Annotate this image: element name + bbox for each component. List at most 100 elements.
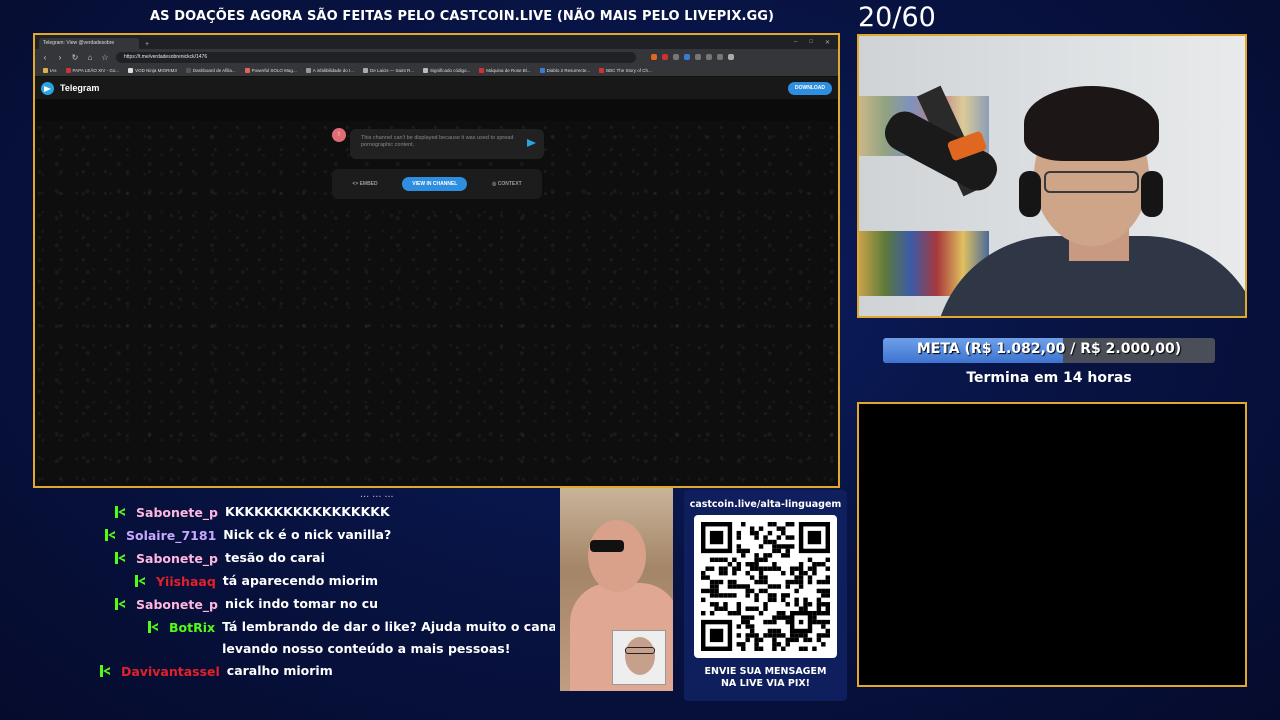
- qr-module: [803, 646, 808, 651]
- chat-text-line: caralho miorim: [226, 663, 333, 678]
- qr-module: [821, 642, 826, 647]
- chat-text-line: levando nosso conteúdo a mais pessoas!: [222, 641, 511, 656]
- bookmark-item[interactable]: Dashboard de Afilia...: [185, 68, 236, 73]
- qr-module: [772, 646, 777, 651]
- minimize-icon[interactable]: –: [794, 39, 797, 46]
- qr-module: [794, 633, 799, 638]
- qr-module: [754, 637, 759, 643]
- chat-text: tesão do carai: [225, 547, 325, 569]
- qr-module: [776, 566, 782, 571]
- back-icon[interactable]: ‹: [41, 53, 49, 62]
- download-button[interactable]: DOWNLOAD: [788, 82, 832, 95]
- bookmark-item[interactable]: A infalibilidade do I...: [305, 68, 354, 73]
- chat-message: Yiishaaq tá aparecendo miorim: [135, 573, 378, 592]
- menu-icon[interactable]: [728, 54, 734, 60]
- extension-icon[interactable]: [695, 54, 701, 60]
- qr-module: [732, 593, 737, 598]
- chat-username[interactable]: Sabonete_p: [136, 551, 218, 566]
- held-photo: [612, 630, 666, 685]
- bookmark-item[interactable]: BBC The Story of Ch...: [599, 68, 652, 73]
- qr-module: [781, 526, 786, 531]
- kick-badge-icon: [115, 598, 125, 610]
- forward-icon[interactable]: ›: [56, 53, 64, 62]
- chat-text-line: tá aparecendo miorim: [222, 573, 379, 588]
- bookmark-item[interactable]: De Laicis — Saint R...: [362, 68, 414, 73]
- qr-module: [745, 606, 750, 611]
- bookmark-item[interactable]: PAPA LEÃO XIV - Go...: [65, 68, 119, 73]
- bookmark-item[interactable]: VOD Ninja MIORIM3: [128, 68, 177, 73]
- qr-module: [816, 602, 822, 607]
- qr-module: [727, 562, 733, 567]
- tab-telegram[interactable]: Telegram: View @verdadesobre: [39, 38, 139, 49]
- reload-icon[interactable]: ↻: [71, 53, 79, 62]
- qr-module: [776, 526, 782, 531]
- qr-module: [767, 566, 773, 571]
- qr-module: [718, 570, 724, 576]
- qr-module: [736, 624, 742, 629]
- chat-username[interactable]: BotRix: [169, 620, 215, 635]
- home-icon[interactable]: ⌂: [86, 53, 94, 62]
- close-icon[interactable]: ✕: [825, 39, 830, 46]
- bookmark-item[interactable]: Máquina de Rose Bl...: [479, 68, 531, 73]
- bookmark-item[interactable]: Diablo 2 Resurrecte...: [539, 68, 590, 73]
- new-tab-icon[interactable]: +: [145, 41, 149, 49]
- chat-username[interactable]: Yiishaaq: [156, 574, 216, 589]
- extension-icon[interactable]: [662, 54, 668, 60]
- qr-module: [763, 553, 768, 558]
- bookmark-item[interactable]: Significado código...: [423, 68, 470, 73]
- qr-module: [714, 602, 719, 607]
- qr-module: [772, 615, 777, 620]
- donation-goal-bar: META (R$ 1.082,00 / R$ 2.000,00): [883, 338, 1215, 363]
- qr-module: [727, 593, 733, 598]
- qr-module: [736, 530, 742, 536]
- qr-module: [821, 610, 826, 616]
- bookmark-star-icon[interactable]: ☆: [101, 53, 109, 62]
- qr-module: [798, 566, 804, 571]
- chat-username[interactable]: Solaire_7181: [126, 528, 216, 543]
- qr-module: [745, 588, 750, 594]
- chat-message: Sabonete_p tesão do carai: [115, 550, 325, 569]
- qr-module: [709, 566, 715, 571]
- qr-module: [741, 553, 746, 558]
- chat-username[interactable]: Sabonete_p: [136, 597, 218, 612]
- qr-module: [723, 606, 728, 611]
- chat-text-line: nick indo tomar no cu: [225, 596, 379, 611]
- bookmark-item[interactable]: Powerful SOLO Mag...: [244, 68, 297, 73]
- view-in-channel-button[interactable]: VIEW IN CHANNEL: [402, 177, 468, 191]
- qr-module: [763, 557, 768, 563]
- qr-module: [781, 553, 786, 558]
- qr-module: [709, 584, 715, 589]
- telegram-logo-icon[interactable]: [41, 81, 54, 95]
- chat-message: Solaire_7181 Nick ck é o nick vanilla?: [105, 527, 391, 546]
- streamer-hair: [1024, 86, 1159, 161]
- extensions: [651, 54, 734, 60]
- chat-username[interactable]: Davivantassel: [121, 664, 220, 679]
- qr-module: [709, 588, 715, 594]
- extension-icon[interactable]: [717, 54, 723, 60]
- qr-module: [816, 562, 822, 567]
- context-button[interactable]: ◎ CONTEXT: [492, 181, 522, 187]
- qr-module: [709, 610, 715, 616]
- address-bar[interactable]: https://t.me/verdadesobrenickck/1476: [116, 51, 636, 63]
- qr-module: [825, 606, 830, 611]
- qr-module: [798, 570, 804, 576]
- qr-code[interactable]: [694, 515, 837, 658]
- qr-module: [772, 584, 777, 589]
- embed-button[interactable]: <> EMBED: [352, 181, 377, 187]
- qr-module: [816, 606, 822, 611]
- qr-module: [812, 615, 817, 620]
- qr-module: [767, 522, 773, 527]
- extension-icon[interactable]: [706, 54, 712, 60]
- chat-username[interactable]: Sabonete_p: [136, 505, 218, 520]
- extension-icon[interactable]: [673, 54, 679, 60]
- qr-module: [807, 566, 813, 571]
- qr-module: [709, 602, 715, 607]
- qr-module: [745, 637, 750, 643]
- extension-icon[interactable]: [651, 54, 657, 60]
- maximize-icon[interactable]: □: [809, 39, 813, 46]
- qr-module: [705, 588, 710, 594]
- bookmark-item[interactable]: IAs: [43, 68, 57, 73]
- kick-badge-icon: [105, 529, 115, 541]
- extension-icon[interactable]: [684, 54, 690, 60]
- subgoal-counter: 20/60: [858, 2, 936, 33]
